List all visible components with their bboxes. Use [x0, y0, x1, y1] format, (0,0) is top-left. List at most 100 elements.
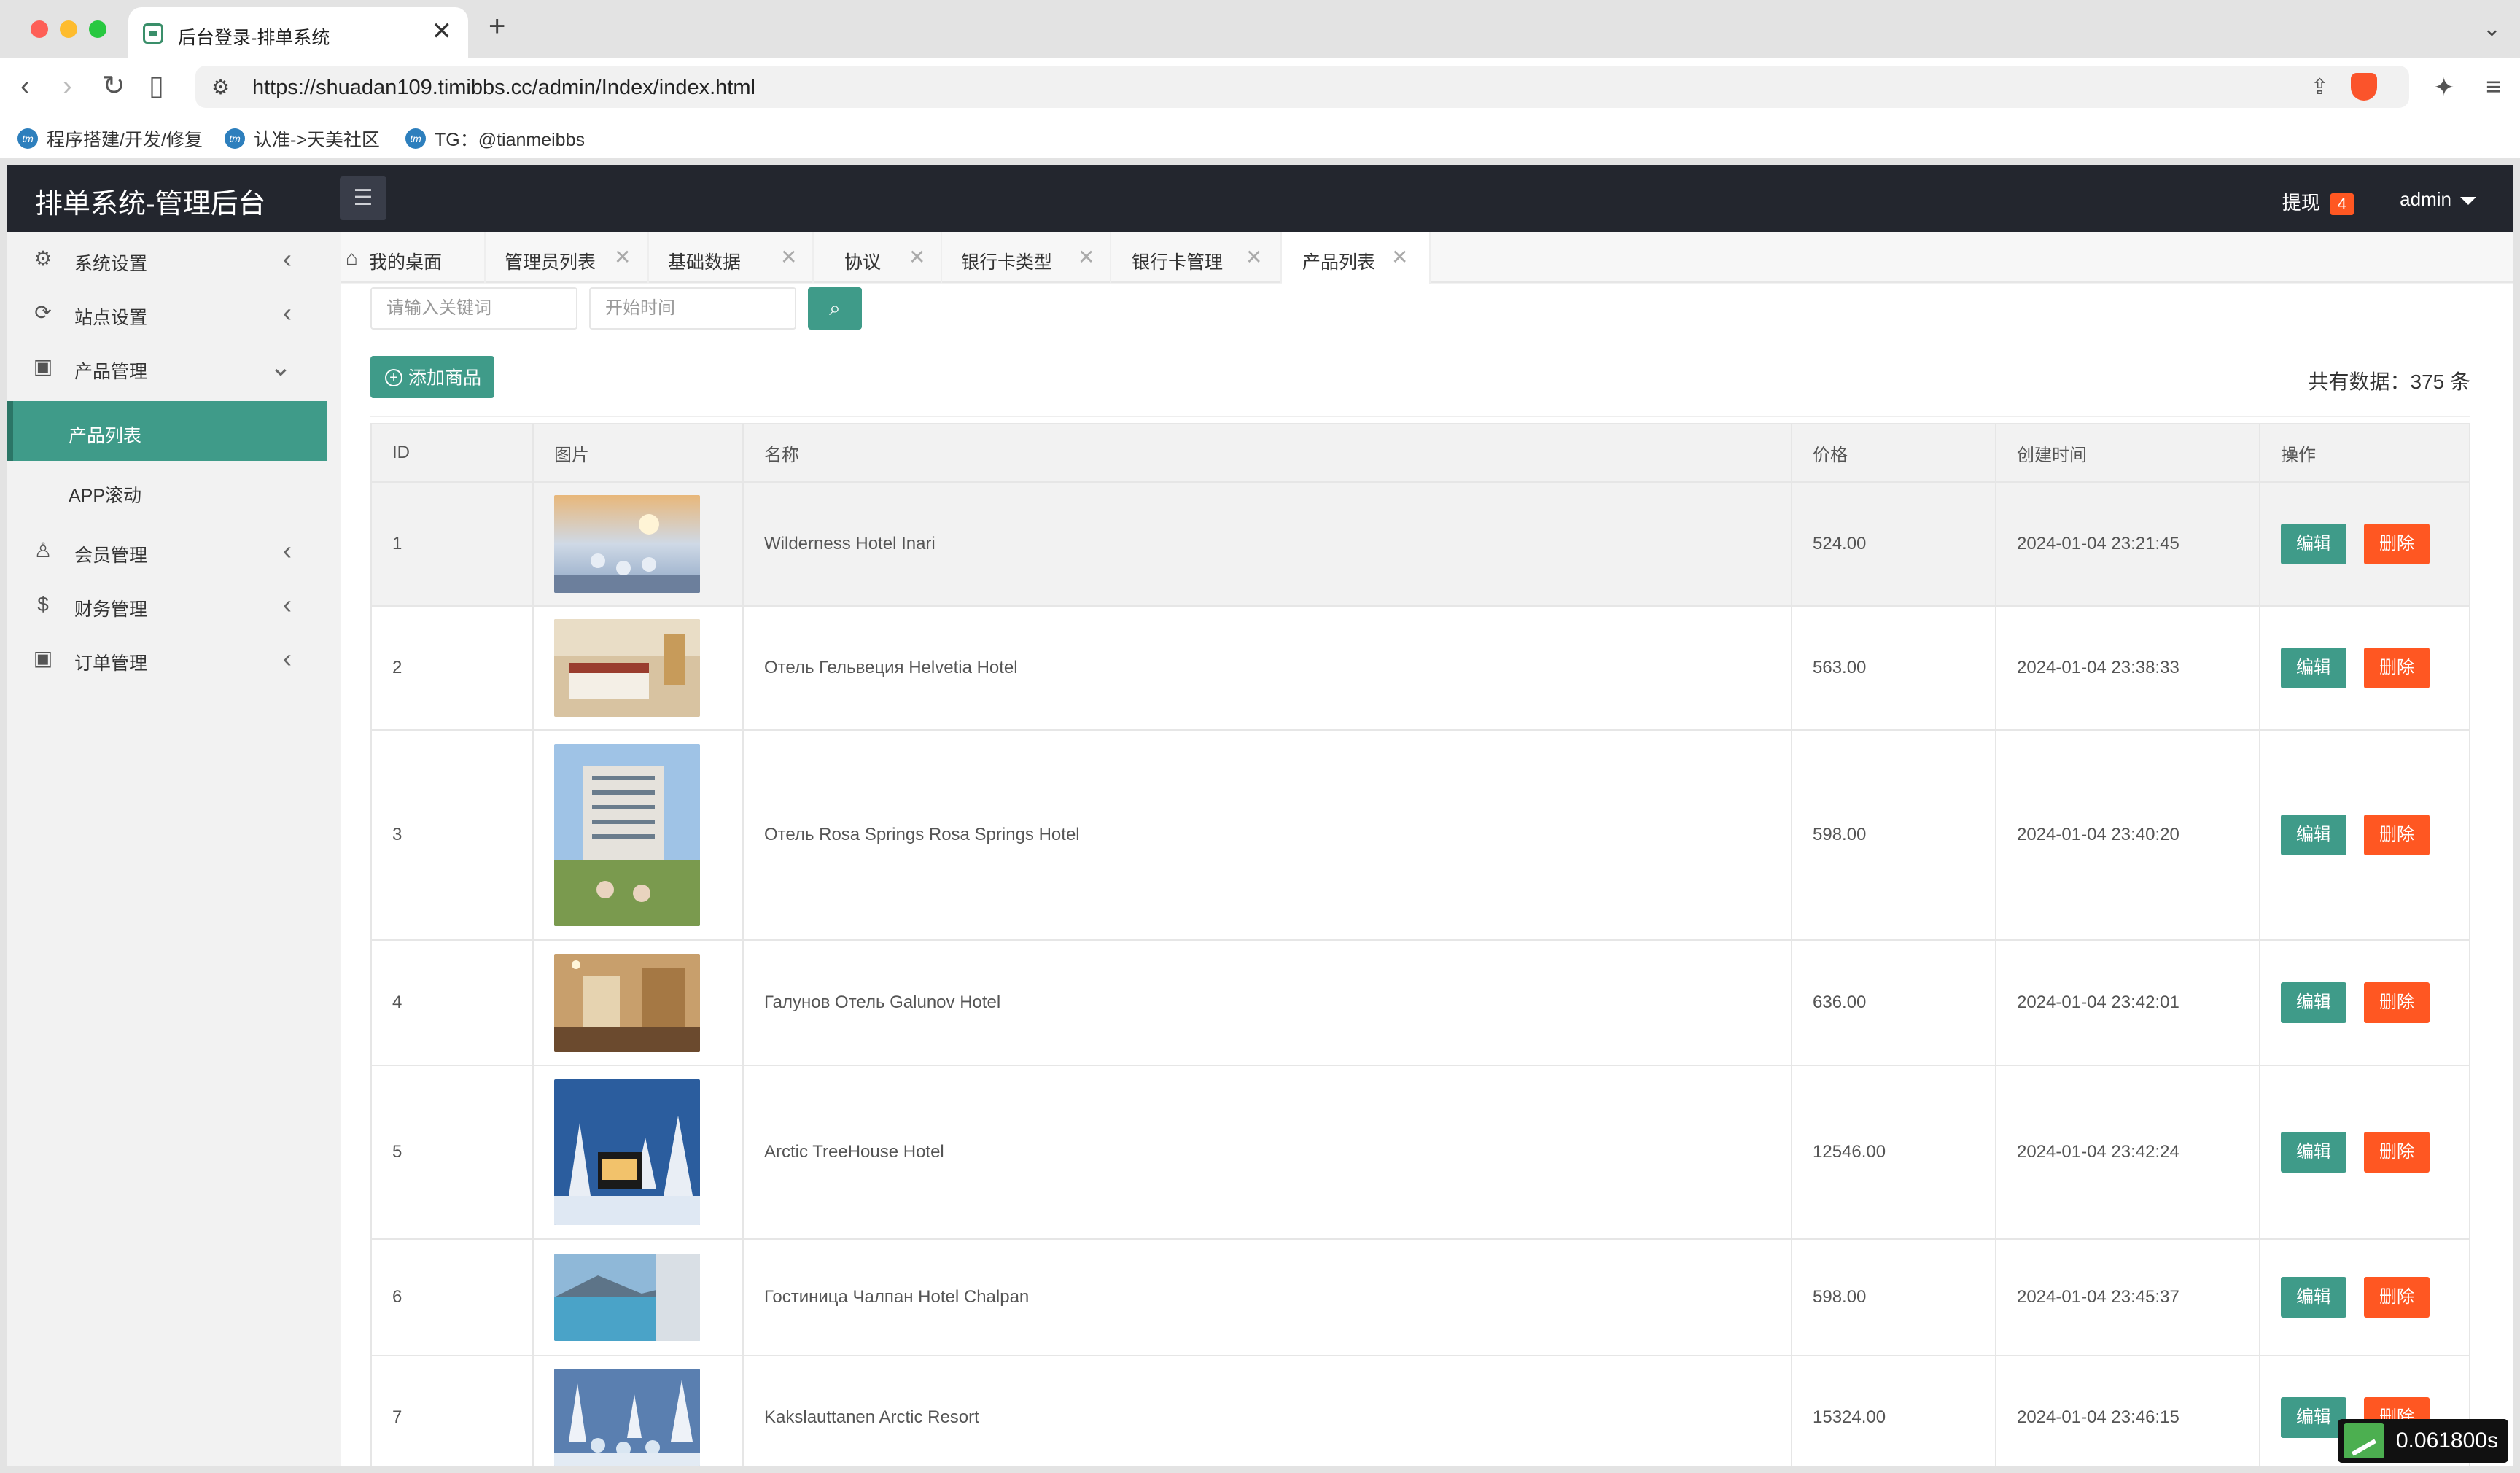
address-bar[interactable]: ⚙ https://shuadan109.timibbs.cc/admin/In… [195, 66, 2409, 108]
cell-price: 636.00 [1791, 939, 1996, 1066]
tab-bank-card-management[interactable]: 银行卡管理 ✕ [1111, 232, 1282, 283]
new-tab-button[interactable]: + [489, 12, 505, 41]
withdraw-count-badge: 4 [2330, 193, 2354, 215]
tab-agreement[interactable]: 协议 ✕ [814, 232, 942, 283]
cell-id: 5 [370, 1065, 534, 1240]
cell-image [532, 1238, 744, 1356]
back-arrow-icon[interactable]: ‹ [20, 71, 30, 101]
edit-button[interactable]: 编辑 [2281, 1397, 2346, 1438]
product-thumbnail[interactable] [554, 1079, 700, 1225]
brave-shield-icon[interactable] [2351, 73, 2377, 101]
start-date-input[interactable]: 开始时间 [589, 287, 796, 330]
box-icon: ▣ [33, 355, 53, 378]
bookmark-icon[interactable]: ▯ [149, 71, 164, 101]
browser-tab-title: 后台登录-排单系统 [178, 28, 330, 48]
tab-my-desktop[interactable]: ⌂ 我的桌面 [341, 232, 486, 283]
edit-button[interactable]: 编辑 [2281, 982, 2346, 1023]
tab-basic-data[interactable]: 基础数据 ✕ [649, 232, 814, 283]
cell-price: 563.00 [1791, 605, 1996, 731]
cell-id: 4 [370, 939, 534, 1066]
cell-image [532, 481, 744, 607]
close-icon[interactable]: ✕ [780, 245, 797, 269]
search-button[interactable]: ⌕ [808, 287, 862, 330]
edit-button[interactable]: 编辑 [2281, 1132, 2346, 1173]
close-icon[interactable]: ✕ [614, 245, 631, 269]
edit-button[interactable]: 编辑 [2281, 648, 2346, 688]
close-icon[interactable]: ✕ [1245, 245, 1262, 269]
cell-created: 2024-01-04 23:46:15 [1995, 1355, 2260, 1466]
product-thumbnail[interactable] [554, 495, 700, 593]
window-close-button[interactable] [31, 20, 48, 38]
cell-price: 12546.00 [1791, 1065, 1996, 1240]
chevron-down-icon: ⌄ [269, 351, 292, 381]
close-icon[interactable]: ✕ [1078, 245, 1094, 269]
sidebar-item-label: 系统设置 [74, 254, 148, 274]
withdraw-link[interactable]: 提现 4 [2282, 188, 2354, 215]
delete-button[interactable]: 删除 [2364, 1132, 2430, 1173]
product-thumbnail[interactable] [554, 619, 700, 717]
table-row: 1 Wilderness Hotel Inari 524.00 2024-01-… [370, 481, 2470, 607]
close-tab-icon[interactable]: ✕ [432, 19, 453, 44]
menu-toggle-icon[interactable]: ☰ [340, 176, 386, 220]
column-header: 图片 [532, 423, 744, 483]
sidebar-subitem-app-scroll[interactable]: APP滚动 [7, 461, 327, 521]
sidebar-item-product-management[interactable]: ▣ 产品管理 ⌄ [7, 340, 327, 395]
sidebar-subitem-product-list[interactable]: 产品列表 [7, 401, 327, 461]
tab-label: 我的桌面 [369, 252, 443, 273]
timer-logo-icon [2343, 1423, 2384, 1458]
sidebar-item-site-settings[interactable]: ⟳ 站点设置 ‹ [7, 286, 327, 341]
tab-bank-card-type[interactable]: 银行卡类型 ✕ [942, 232, 1111, 283]
sidebar-item-member-management[interactable]: ♙ 会员管理 ‹ [7, 524, 327, 579]
product-thumbnail[interactable] [554, 744, 700, 926]
cell-price: 598.00 [1791, 729, 1996, 941]
browser-tab-active[interactable]: 后台登录-排单系统 ✕ [128, 7, 468, 58]
delete-button[interactable]: 删除 [2364, 982, 2430, 1023]
sidebar-item-finance-management[interactable]: $ 财务管理 ‹ [7, 578, 327, 633]
column-header: 名称 [742, 423, 1792, 483]
table-row: 4 Галунов Отель Galunov Hotel 636.00 202… [370, 939, 2470, 1066]
bookmark-item[interactable]: tm 程序搭建/开发/修复 [18, 125, 203, 152]
keyword-search-input[interactable]: 请输入关键词 [370, 287, 578, 330]
product-thumbnail[interactable] [554, 1369, 700, 1466]
sidebar-item-label: 会员管理 [74, 545, 148, 566]
delete-button[interactable]: 删除 [2364, 1277, 2430, 1318]
add-product-button[interactable]: + 添加商品 [370, 356, 494, 398]
sidebar-subitem-label: APP滚动 [69, 486, 142, 506]
tab-label: 基础数据 [668, 252, 742, 273]
forward-arrow-icon[interactable]: › [63, 71, 72, 101]
bookmark-item[interactable]: tm TG：@tianmeibbs [405, 125, 585, 152]
cell-name: Отель Rosa Springs Rosa Springs Hotel [742, 729, 1792, 941]
tab-list-chevron-icon[interactable]: ⌄ [2483, 16, 2501, 42]
share-icon[interactable]: ⇪ [2311, 74, 2329, 100]
reload-icon[interactable]: ↻ [102, 71, 125, 101]
tab-product-list[interactable]: 产品列表 ✕ [1282, 232, 1431, 284]
edit-button[interactable]: 编辑 [2281, 815, 2346, 855]
delete-button[interactable]: 删除 [2364, 648, 2430, 688]
edit-button[interactable]: 编辑 [2281, 524, 2346, 564]
window-minimize-button[interactable] [60, 20, 77, 38]
cell-image [532, 1355, 744, 1466]
url-text[interactable]: https://shuadan109.timibbs.cc/admin/Inde… [252, 76, 755, 100]
cell-id: 6 [370, 1238, 534, 1356]
browser-menu-icon[interactable]: ≡ [2486, 71, 2501, 102]
tab-label: 管理员列表 [505, 252, 596, 273]
edit-button[interactable]: 编辑 [2281, 1277, 2346, 1318]
sidebar-item-system-settings[interactable]: ⚙ 系统设置 ‹ [7, 232, 327, 287]
leo-ai-icon[interactable]: ✦ [2434, 73, 2455, 102]
window-zoom-button[interactable] [89, 20, 106, 38]
main-area: ⌂ 我的桌面 管理员列表 ✕ 基础数据 ✕ 协议 ✕ 银行卡类型 ✕ 银行卡管理… [327, 232, 2513, 1466]
cell-actions: 编辑 删除 [2259, 605, 2470, 731]
delete-button[interactable]: 删除 [2364, 815, 2430, 855]
user-menu[interactable]: admin [2400, 188, 2476, 211]
tab-admin-list[interactable]: 管理员列表 ✕ [486, 232, 649, 283]
sidebar-item-order-management[interactable]: ▣ 订单管理 ‹ [7, 631, 327, 687]
close-icon[interactable]: ✕ [909, 245, 925, 269]
close-icon[interactable]: ✕ [1391, 245, 1408, 269]
product-thumbnail[interactable] [554, 954, 700, 1052]
site-settings-icon[interactable]: ⚙ [211, 75, 230, 99]
cell-image [532, 1065, 744, 1240]
delete-button[interactable]: 删除 [2364, 524, 2430, 564]
bookmark-item[interactable]: tm 认准->天美社区 [225, 125, 380, 152]
product-thumbnail[interactable] [554, 1254, 700, 1341]
tab-label: 产品列表 [1302, 252, 1376, 273]
